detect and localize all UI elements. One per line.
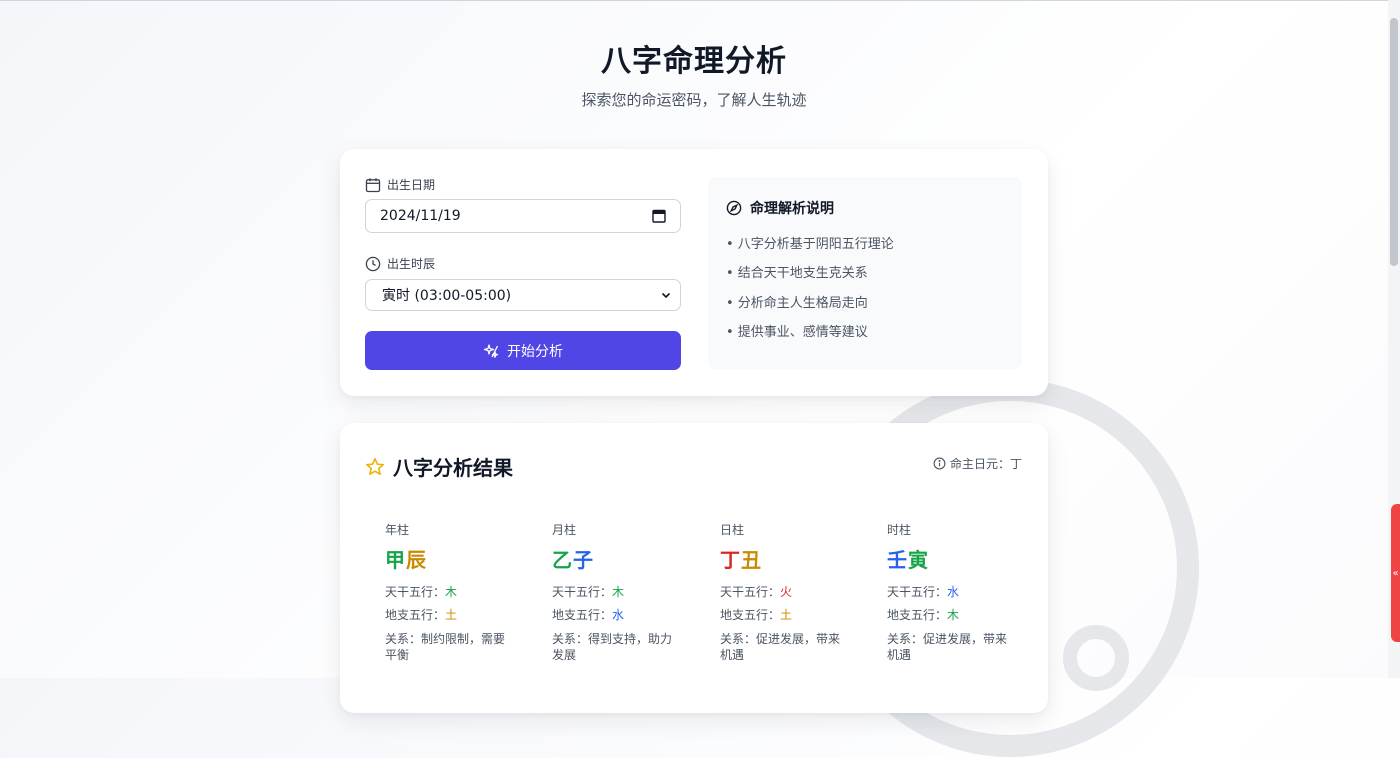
pillar-label: 日柱 <box>720 523 745 537</box>
clock-icon <box>365 256 381 271</box>
birth-date-value: 2024/11/19 <box>380 208 461 224</box>
stem-element: 火 <box>780 585 793 599</box>
birth-time-label-text: 出生时辰 <box>387 257 436 271</box>
relation-prefix: 关系： <box>385 632 422 646</box>
stem-element: 木 <box>612 585 625 599</box>
pillar-characters: 甲辰 <box>385 544 540 573</box>
sparkles-icon <box>483 343 499 358</box>
scrollbar-thumb[interactable] <box>1390 18 1398 266</box>
relation-prefix: 关系： <box>887 632 924 646</box>
heavenly-stem: 甲 <box>385 548 406 572</box>
results-card: 八字分析结果 命主日元：丁 年柱 甲辰 天干五行：木 地支五行：土 关系：制约限… <box>340 423 1048 713</box>
birth-date-input[interactable]: 2024/11/19 <box>365 199 681 233</box>
heavenly-stem: 乙 <box>552 548 573 572</box>
day-master: 命主日元：丁 <box>933 455 1022 472</box>
pillar-hour: 时柱 壬寅 天干五行：水 地支五行：木 关系：促进发展，带来机遇 <box>887 521 1042 663</box>
birth-time-select[interactable]: 寅时 (03:00-05:00) <box>365 279 681 311</box>
info-icon <box>933 457 946 470</box>
stem-element-line: 天干五行：木 <box>385 583 540 600</box>
info-title-text: 命理解析说明 <box>750 201 834 217</box>
earthly-branch: 子 <box>573 548 594 572</box>
side-collapse-tab[interactable]: « <box>1391 504 1400 642</box>
start-analysis-label: 开始分析 <box>507 343 563 360</box>
info-panel: 命理解析说明 • 八字分析基于阴阳五行理论 • 结合天干地支生克关系 • 分析命… <box>708 177 1022 369</box>
info-title: 命理解析说明 <box>726 198 834 218</box>
branch-element-line: 地支五行：土 <box>385 606 540 623</box>
pillar-characters: 乙子 <box>552 544 707 573</box>
branch-element-prefix: 地支五行： <box>385 608 446 622</box>
page-title: 八字命理分析 <box>601 44 787 79</box>
branch-element-prefix: 地支五行： <box>887 608 948 622</box>
branch-element: 土 <box>780 608 793 622</box>
info-item: • 结合天干地支生克关系 <box>726 266 868 281</box>
birth-time-value: 寅时 (03:00-05:00) <box>382 288 512 304</box>
earthly-branch: 辰 <box>406 548 427 572</box>
relation-text: 关系：制约限制，需要平衡 <box>385 631 510 663</box>
results-title-text: 八字分析结果 <box>393 456 513 480</box>
birth-time-label: 出生时辰 <box>365 255 435 272</box>
page-subtitle: 探索您的命运密码，了解人生轨迹 <box>581 91 807 109</box>
earthly-branch: 寅 <box>908 548 929 572</box>
branch-element-prefix: 地支五行： <box>552 608 613 622</box>
calendar-icon <box>365 177 381 192</box>
birth-date-label: 出生日期 <box>365 176 435 193</box>
branch-element: 土 <box>445 608 458 622</box>
branch-element-line: 地支五行：木 <box>887 606 1042 623</box>
stem-element-prefix: 天干五行： <box>385 585 446 599</box>
top-border <box>0 0 1400 1</box>
compass-icon <box>726 200 742 216</box>
pillar-label: 年柱 <box>385 523 410 537</box>
pillar-characters: 壬寅 <box>887 544 1042 573</box>
pillar-characters: 丁丑 <box>720 544 875 573</box>
heavenly-stem: 丁 <box>720 548 741 572</box>
results-title: 八字分析结果 <box>365 452 513 481</box>
stem-element-prefix: 天干五行： <box>720 585 781 599</box>
info-item: • 八字分析基于阴阳五行理论 <box>726 237 894 252</box>
pillar-label: 月柱 <box>552 523 577 537</box>
stem-element-prefix: 天干五行： <box>887 585 948 599</box>
star-icon <box>365 457 385 475</box>
branch-element-prefix: 地支五行： <box>720 608 781 622</box>
branch-element: 水 <box>612 608 625 622</box>
relation-prefix: 关系： <box>720 632 757 646</box>
pillar-label: 时柱 <box>887 523 912 537</box>
info-item: • 提供事业、感情等建议 <box>726 325 868 340</box>
day-master-text: 命主日元：丁 <box>949 457 1022 471</box>
stem-element: 水 <box>947 585 960 599</box>
pillar-day: 日柱 丁丑 天干五行：火 地支五行：土 关系：促进发展，带来机遇 <box>720 521 875 663</box>
pillar-month: 月柱 乙子 天干五行：木 地支五行：水 关系：得到支持，助力发展 <box>552 521 707 663</box>
pillar-year: 年柱 甲辰 天干五行：木 地支五行：土 关系：制约限制，需要平衡 <box>385 521 540 663</box>
stem-element-line: 天干五行：火 <box>720 583 875 600</box>
chevron-down-icon <box>661 292 671 299</box>
relation-text: 关系：得到支持，助力发展 <box>552 631 677 663</box>
branch-element-line: 地支五行：水 <box>552 606 707 623</box>
branch-element: 木 <box>947 608 960 622</box>
relation-prefix: 关系： <box>552 632 589 646</box>
stem-element-line: 天干五行：木 <box>552 583 707 600</box>
stem-element-line: 天干五行：水 <box>887 583 1042 600</box>
heavenly-stem: 壬 <box>887 548 908 572</box>
side-tab-label: « <box>1392 567 1399 579</box>
calendar-picker-icon[interactable] <box>652 209 666 223</box>
stem-element: 木 <box>445 585 458 599</box>
relation-text: 关系：促进发展，带来机遇 <box>887 631 1012 663</box>
relation-text: 关系：促进发展，带来机遇 <box>720 631 845 663</box>
start-analysis-button[interactable]: 开始分析 <box>365 331 681 370</box>
input-card: 出生日期 2024/11/19 出生时辰 寅时 (03:00-05:00) 开始… <box>340 149 1048 396</box>
info-item: • 分析命主人生格局走向 <box>726 296 868 311</box>
earthly-branch: 丑 <box>741 548 762 572</box>
branch-element-line: 地支五行：土 <box>720 606 875 623</box>
stem-element-prefix: 天干五行： <box>552 585 613 599</box>
birth-date-label-text: 出生日期 <box>387 178 436 192</box>
